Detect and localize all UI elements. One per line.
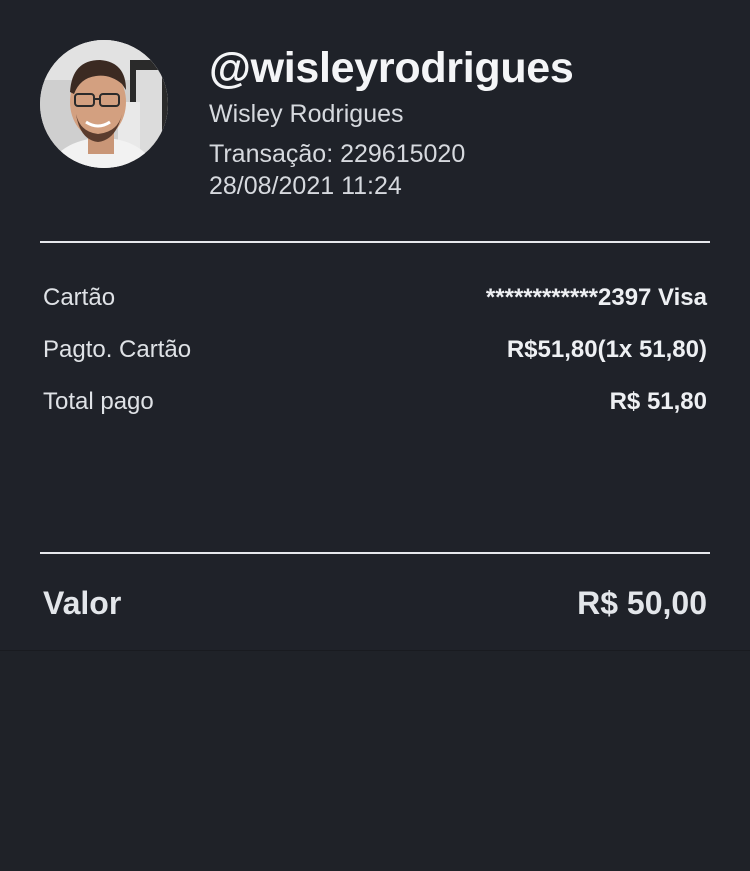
avatar-photo bbox=[40, 40, 168, 168]
transaction-datetime: 28/08/2021 11:24 bbox=[209, 172, 402, 200]
amount-value: R$ 50,00 bbox=[577, 584, 707, 621]
detail-row-total-paid: Total pago R$ 51,80 bbox=[43, 385, 707, 419]
amount-summary: Valor R$ 50,00 bbox=[43, 582, 707, 624]
amount-label: Valor bbox=[43, 584, 122, 621]
bottom-divider bbox=[40, 552, 710, 554]
detail-label: Total pago bbox=[43, 388, 154, 415]
detail-row-card-payment: Pagto. Cartão R$51,80(1x 51,80) bbox=[43, 333, 707, 367]
avatar bbox=[40, 40, 168, 168]
detail-value: ************2397 Visa bbox=[485, 284, 707, 311]
detail-label: Cartão bbox=[43, 284, 116, 311]
detail-row-card: Cartão ************2397 Visa bbox=[43, 281, 707, 315]
top-divider bbox=[40, 241, 710, 243]
receipt-card: @wisleyrodrigues Wisley Rodrigues Transa… bbox=[0, 0, 750, 651]
transaction-id: 229615020 bbox=[340, 140, 466, 168]
transaction-line: Transação: 229615020 bbox=[209, 140, 465, 169]
detail-label: Pagto. Cartão bbox=[43, 336, 192, 363]
detail-value: R$51,80(1x 51,80) bbox=[506, 336, 707, 363]
transaction-label: Transação: bbox=[209, 140, 334, 168]
user-handle: @wisleyrodrigues bbox=[209, 44, 574, 92]
detail-value: R$ 51,80 bbox=[609, 388, 707, 415]
user-full-name: Wisley Rodrigues bbox=[209, 100, 404, 128]
